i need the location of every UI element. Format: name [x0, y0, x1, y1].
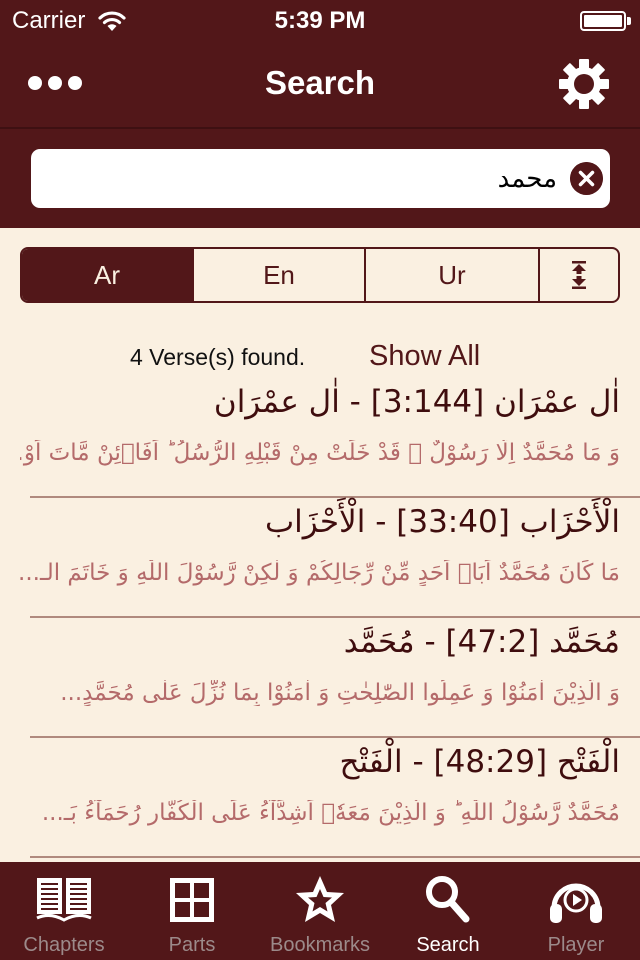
result-verse: وَ مَا مُحَمَّدٌ اِلَّا رَسُوْلٌ ۚ قَدْ … [20, 440, 620, 466]
tab-label: Chapters [23, 934, 105, 956]
results-count: 4 Verse(s) found. [130, 344, 306, 370]
tab-search[interactable]: Search [384, 862, 512, 960]
segment-english[interactable]: En [194, 249, 366, 301]
tab-label: Bookmarks [269, 934, 371, 956]
headphones-icon [550, 883, 602, 923]
status-bar: Carrier 5:39 PM [0, 0, 640, 40]
result-row[interactable]: الْأَحْزَاب [33:40] - الْأَحْزَاب مَا كَ… [20, 498, 640, 618]
results-info: 4 Verse(s) found. Show All [0, 340, 640, 376]
navbar-divider [0, 127, 640, 129]
tab-chapters[interactable]: Chapters [0, 862, 128, 960]
top-bar: Carrier 5:39 PM Search [0, 0, 640, 228]
segment-urdu[interactable]: Ur [366, 249, 540, 301]
tab-bookmarks[interactable]: Bookmarks [256, 862, 384, 960]
clock: 5:39 PM [274, 7, 366, 34]
tab-player[interactable]: Player [512, 862, 640, 960]
result-row[interactable]: الْفَتْح [48:29] - الْفَتْح مُحَمَّدٌ رَ… [30, 738, 640, 858]
clear-icon[interactable] [570, 162, 603, 195]
result-row[interactable]: مُحَمَّد [47:2] - مُحَمَّد وَ الَّذِيْنَ… [30, 618, 640, 738]
result-row[interactable]: اٰل عمْرَان [3:144] - اٰل عمْرَان وَ مَا… [20, 378, 640, 498]
search-input[interactable] [47, 149, 557, 208]
search-icon [426, 876, 470, 923]
result-verse: مُحَمَّدٌ رَّسُوْلُ اللّٰهِ ؕ وَ الَّذِي… [41, 800, 620, 826]
tab-label: Parts [168, 934, 216, 956]
grid-icon [170, 878, 214, 922]
search-field[interactable] [31, 149, 610, 208]
battery-icon [580, 11, 626, 31]
tab-label: Search [416, 934, 480, 956]
result-heading: اٰل عمْرَان [3:144] - اٰل عمْرَان [213, 384, 620, 420]
gear-icon[interactable] [556, 56, 612, 112]
tab-parts[interactable]: Parts [128, 862, 256, 960]
result-heading: مُحَمَّد [47:2] - مُحَمَّد [343, 624, 620, 660]
book-icon [36, 878, 92, 922]
tab-bar: Chapters Parts Bookmarks Search Player [0, 862, 640, 960]
result-verse: مَا كَانَ مُحَمَّدٌ اَبَاۤ اَحَدٍ مِّنْ … [20, 560, 620, 586]
page-title: Search [264, 64, 376, 101]
star-icon [296, 876, 344, 922]
segment-arabic[interactable]: Ar [22, 249, 194, 301]
expand-collapse-icon [572, 261, 586, 289]
result-heading: الْفَتْح [48:29] - الْفَتْح [339, 744, 621, 780]
language-segmented-control: Ar En Ur [20, 247, 620, 303]
tab-label: Player [547, 934, 605, 956]
result-heading: الْأَحْزَاب [33:40] - الْأَحْزَاب [264, 504, 620, 540]
result-verse: وَ الَّذِيْنَ اٰمَنُوْا وَ عَمِلُوا الصّ… [60, 680, 620, 706]
navigation-bar: Search [0, 40, 640, 128]
segment-expand[interactable] [540, 249, 618, 301]
battery-tip [627, 17, 631, 25]
show-all-button[interactable]: Show All [369, 340, 480, 373]
